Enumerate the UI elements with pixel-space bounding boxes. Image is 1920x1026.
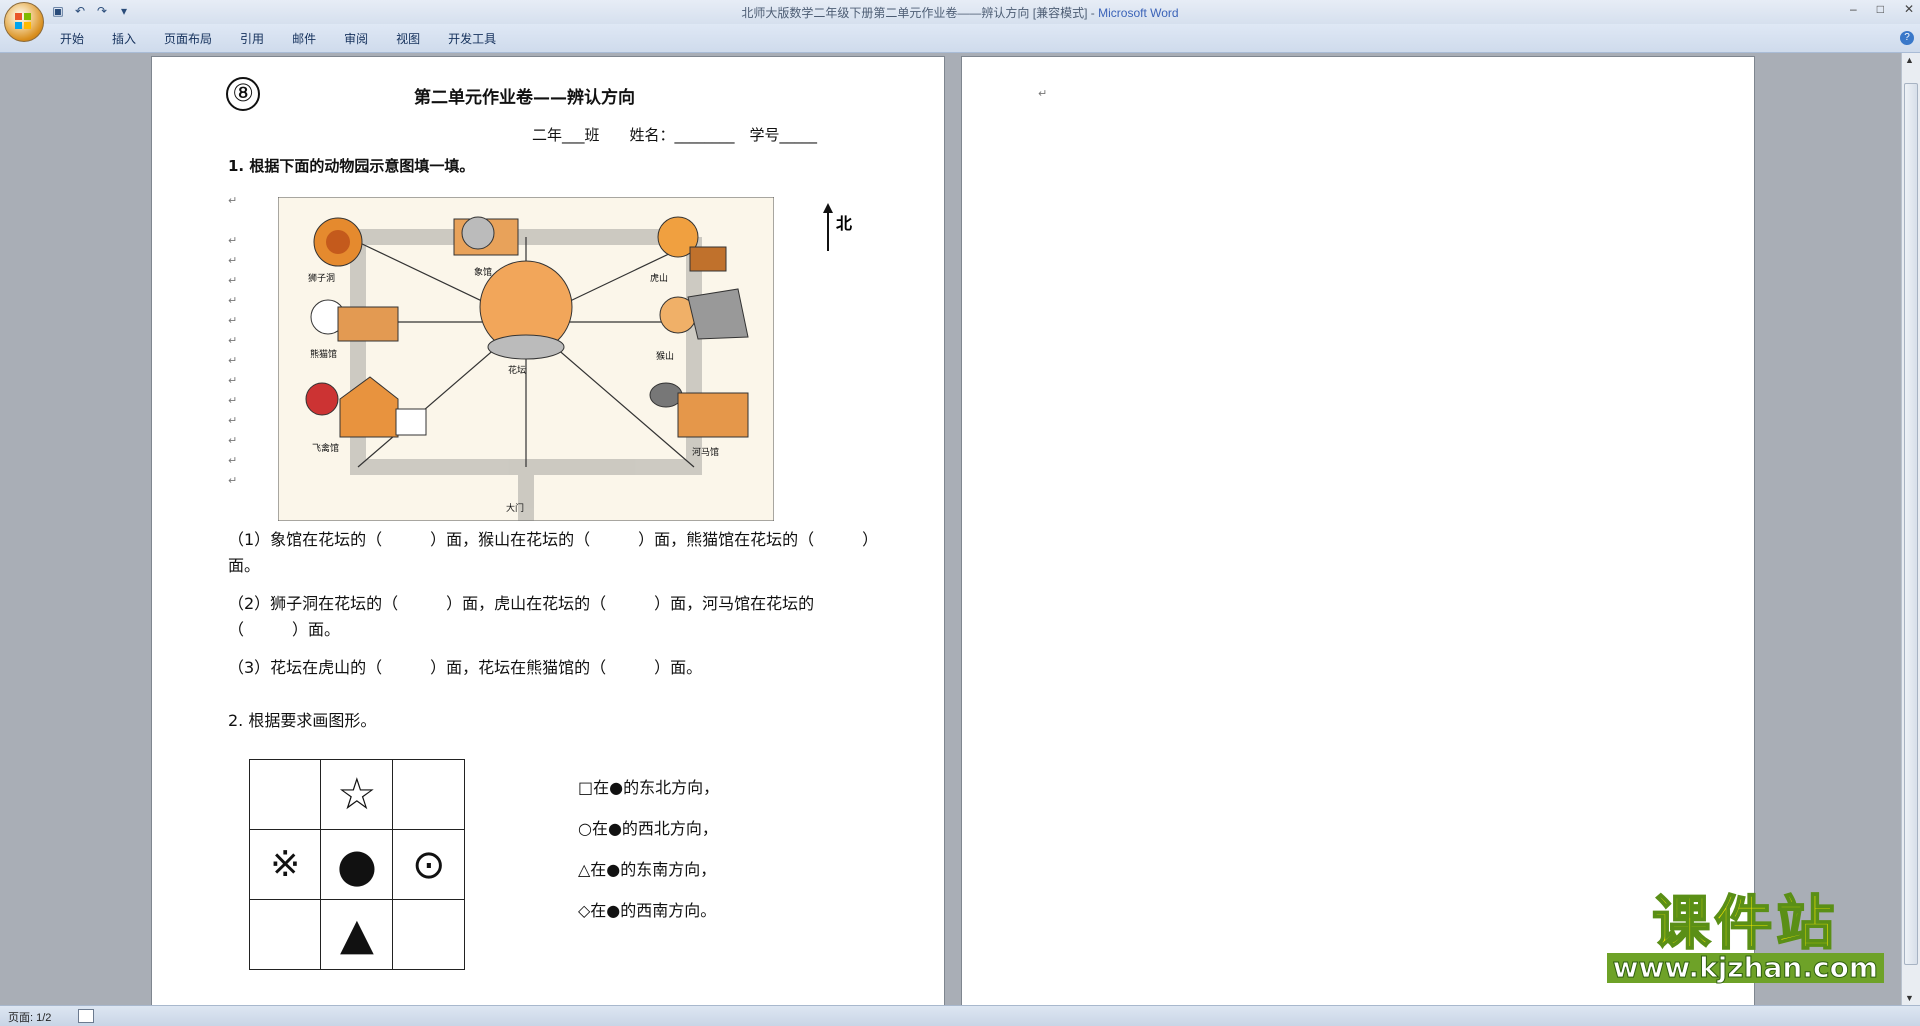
document-title: 第二单元作业卷——辨认方向 bbox=[414, 88, 635, 108]
tab-insert[interactable]: 插入 bbox=[98, 30, 150, 48]
map-label-bird: 飞禽馆 bbox=[312, 442, 339, 454]
grid-cell bbox=[392, 759, 465, 830]
paragraph-mark: ↵ bbox=[1038, 88, 1048, 100]
question-1-title: 1. 根据下面的动物园示意图填一填。 bbox=[228, 157, 475, 175]
grid-cell-cross: ※ bbox=[248, 829, 322, 900]
document-workspace: ⑧ 第二单元作业卷——辨认方向 二年___班 姓名：________ 学号___… bbox=[0, 53, 1902, 1005]
page-indicator[interactable]: 页面: 1/2 bbox=[8, 1009, 51, 1025]
map-label-panda: 熊猫馆 bbox=[310, 348, 337, 360]
office-button[interactable] bbox=[4, 2, 44, 42]
watermark-url: www.kjzhan.com bbox=[1606, 952, 1884, 983]
direction-grid: ☆ ※ ● ⊙ ▲ bbox=[248, 759, 465, 970]
student-info-line: 二年___班 姓名：________ 学号_____ bbox=[532, 126, 818, 144]
ribbon-tab-bar: 开始 插入 页面布局 引用 邮件 审阅 视图 开发工具 ? bbox=[0, 24, 1920, 53]
document-page-2[interactable]: ↵ bbox=[962, 57, 1754, 1005]
minimize-button[interactable]: – bbox=[1850, 2, 1857, 16]
grid-cell bbox=[248, 899, 322, 970]
vertical-scrollbar[interactable]: ▲ ▼ bbox=[1901, 53, 1920, 1005]
map-label-hippo: 河马馆 bbox=[692, 446, 719, 458]
tab-home[interactable]: 开始 bbox=[46, 30, 98, 48]
tab-review[interactable]: 审阅 bbox=[330, 30, 382, 48]
map-label-lion: 狮子洞 bbox=[308, 273, 335, 284]
map-label-monkey: 猴山 bbox=[656, 350, 674, 362]
scroll-up-icon[interactable]: ▲ bbox=[1905, 55, 1914, 65]
direction-rules: □在●的东北方向， ○在●的西北方向， △在●的东南方向， ◇在●的西南方向。 bbox=[578, 767, 719, 931]
map-label-gate: 大门 bbox=[506, 502, 524, 514]
window-title: 北师大版数学二年级下册第二单元作业卷——辨认方向 [兼容模式] - Micros… bbox=[741, 6, 1179, 20]
watermark-text: 课件站 bbox=[1651, 889, 1839, 957]
number-badge: ⑧ bbox=[226, 77, 260, 111]
north-arrow: 北 bbox=[823, 203, 852, 251]
question-1-item-2: （2）狮子洞在花坛的（ ）面，虎山在花坛的（ ）面，河马馆在花坛的（ ）面。 bbox=[228, 594, 815, 639]
north-label: 北 bbox=[836, 214, 852, 233]
grid-cell-star: ☆ bbox=[320, 759, 394, 830]
question-1-item-3: （3）花坛在虎山的（ ）面，花坛在熊猫馆的（ ）面。 bbox=[228, 658, 703, 677]
tab-references[interactable]: 引用 bbox=[226, 30, 278, 48]
maximize-button[interactable]: □ bbox=[1877, 2, 1884, 16]
tab-developer[interactable]: 开发工具 bbox=[434, 30, 510, 48]
paragraph-marks: ↵ ↵ ↵ ↵ ↵ ↵ ↵ ↵ ↵ ↵ ↵ ↵ ↵ ↵ bbox=[228, 194, 238, 487]
tab-page-layout[interactable]: 页面布局 bbox=[150, 30, 226, 48]
watermark-logo: 课件站 www.kjzhan.com bbox=[1606, 889, 1884, 983]
grid-cell-triangle: ▲ bbox=[320, 899, 394, 970]
grid-cell bbox=[392, 899, 465, 970]
map-label-flower: 花坛 bbox=[508, 364, 526, 376]
grid-cell-dot: ● bbox=[320, 829, 394, 900]
grid-cell-circle-dot: ⊙ bbox=[392, 829, 465, 900]
rule-southwest: ◇在●的西南方向。 bbox=[578, 901, 717, 920]
close-button[interactable]: ✕ bbox=[1904, 2, 1914, 16]
rule-northeast: □在●的东北方向， bbox=[578, 778, 720, 797]
question-1-item-1: （1）象馆在花坛的（ ）面，猴山在花坛的（ ）面，熊猫馆在花坛的（ ）面。 bbox=[228, 530, 879, 575]
tab-mailings[interactable]: 邮件 bbox=[278, 30, 330, 48]
status-bar: 页面: 1/2 bbox=[0, 1005, 1920, 1026]
map-label-elephant: 象馆 bbox=[474, 266, 492, 278]
question-2-title: 2. 根据要求画图形。 bbox=[228, 711, 377, 730]
rule-northwest: ○在●的西北方向， bbox=[578, 819, 718, 838]
rule-southeast: △在●的东南方向， bbox=[578, 860, 717, 879]
proofing-icon[interactable] bbox=[78, 1009, 94, 1023]
document-page-1[interactable]: ⑧ 第二单元作业卷——辨认方向 二年___班 姓名：________ 学号___… bbox=[152, 57, 944, 1005]
scrollbar-thumb[interactable] bbox=[1904, 83, 1918, 965]
scroll-down-icon[interactable]: ▼ bbox=[1905, 993, 1914, 1003]
help-icon[interactable]: ? bbox=[1900, 31, 1914, 45]
map-label-tiger: 虎山 bbox=[650, 272, 668, 284]
office-logo-icon bbox=[15, 13, 31, 29]
grid-cell bbox=[248, 759, 322, 830]
tab-view[interactable]: 视图 bbox=[382, 30, 434, 48]
title-bar: ▣ ↶ ↷ ▾ 北师大版数学二年级下册第二单元作业卷——辨认方向 [兼容模式] … bbox=[0, 0, 1920, 25]
window-controls: – □ ✕ bbox=[1850, 2, 1914, 16]
zoo-map: 狮子洞 象馆 虎山 熊猫馆 花坛 猴山 飞禽馆 大门 河马馆 bbox=[278, 197, 774, 521]
